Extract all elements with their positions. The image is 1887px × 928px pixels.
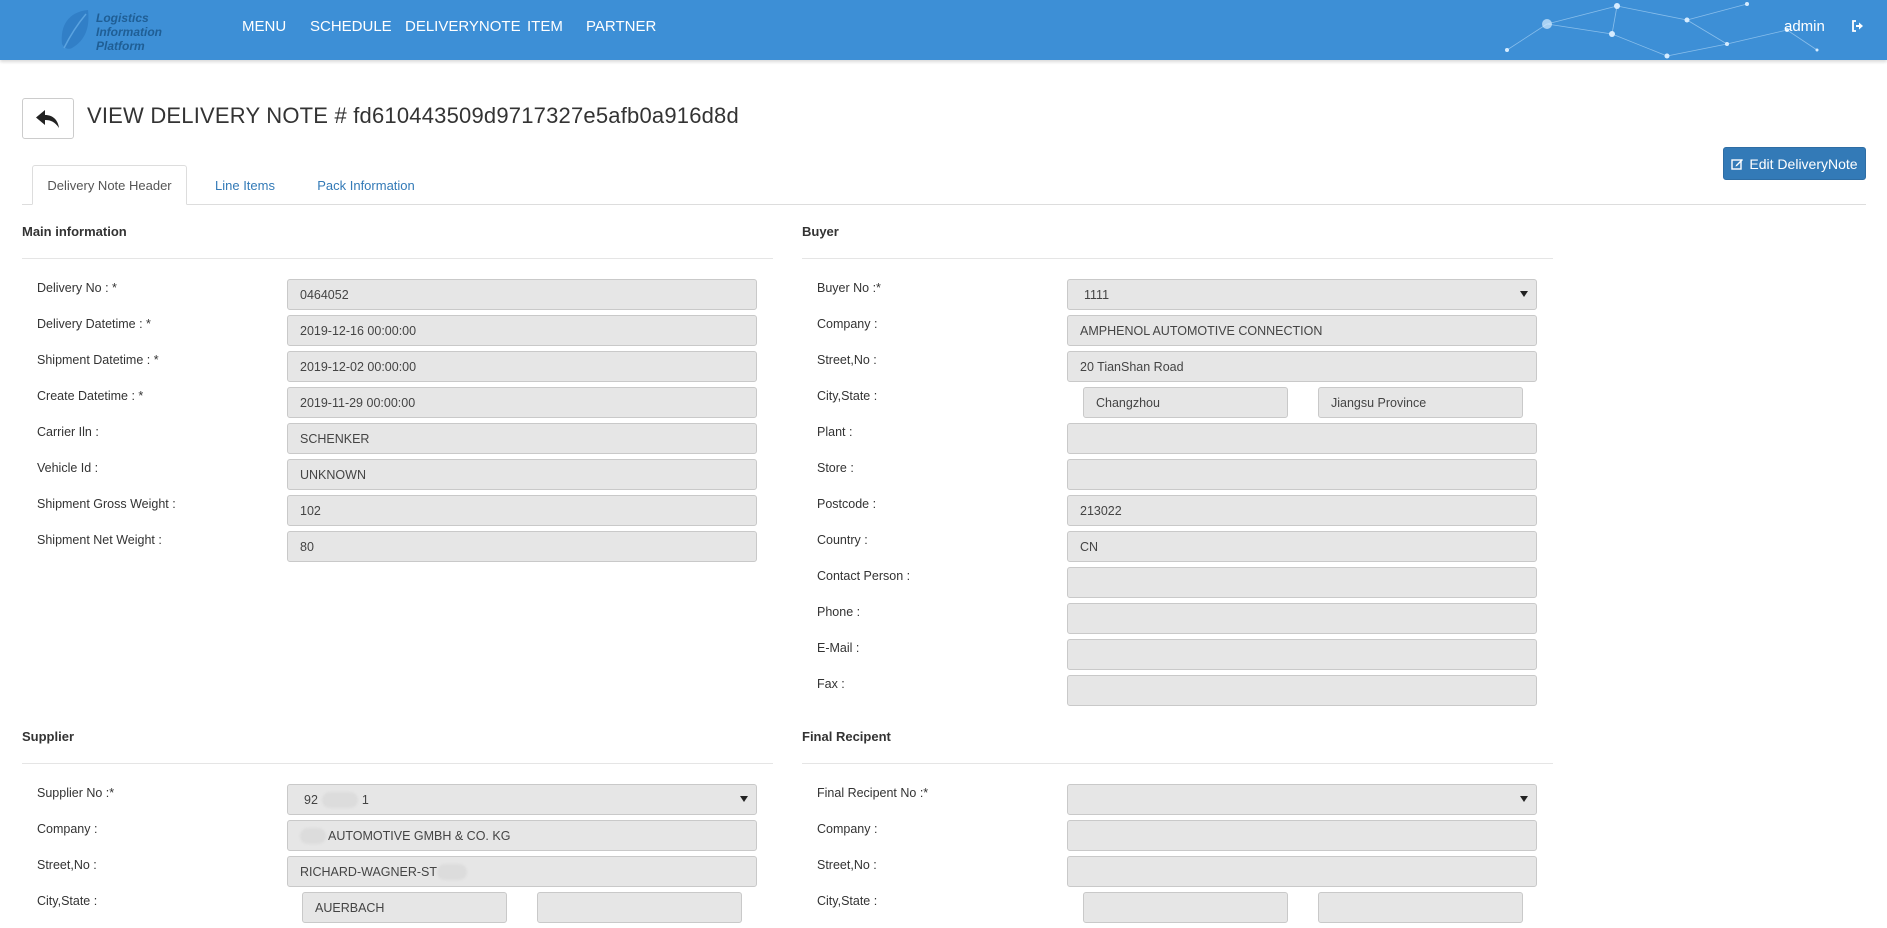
final-recipent-company-field[interactable] bbox=[1067, 820, 1537, 851]
back-button[interactable] bbox=[22, 98, 74, 139]
buyer-title: Buyer bbox=[802, 224, 839, 239]
nav-deliverynote[interactable]: DELIVERYNOTE bbox=[405, 18, 521, 35]
supplier-title: Supplier bbox=[22, 729, 75, 744]
final-recipent-no-label: Final Recipent No :* bbox=[817, 786, 929, 800]
edit-icon bbox=[1731, 159, 1744, 170]
buyer-city-state-label: City,State : bbox=[817, 389, 878, 403]
buyer-no-label: Buyer No :* bbox=[817, 281, 881, 295]
final-recipent-street-label: Street,No : bbox=[817, 858, 877, 872]
shipment-gross-weight-label: Shipment Gross Weight : bbox=[37, 497, 176, 511]
delivery-no-field[interactable]: 0464052 bbox=[287, 279, 757, 310]
reply-arrow-icon bbox=[36, 109, 59, 128]
edit-button-label: Edit DeliveryNote bbox=[1749, 155, 1858, 172]
buyer-store-field[interactable] bbox=[1067, 459, 1537, 490]
buyer-plant-field[interactable] bbox=[1067, 423, 1537, 454]
buyer-phone-field[interactable] bbox=[1067, 603, 1537, 634]
tab-pack-information[interactable]: Pack Information bbox=[310, 165, 422, 205]
buyer-state-field[interactable]: Jiangsu Province bbox=[1318, 387, 1523, 418]
final-recipent-title: Final Recipent bbox=[802, 729, 891, 744]
shipment-datetime-label: Shipment Datetime : * bbox=[37, 353, 159, 367]
buyer-company-field[interactable]: AMPHENOL AUTOMOTIVE CONNECTION bbox=[1067, 315, 1537, 346]
buyer-contact-field[interactable] bbox=[1067, 567, 1537, 598]
main-information-title: Main information bbox=[22, 224, 127, 239]
buyer-company-label: Company : bbox=[817, 317, 878, 331]
final-recipent-city-state-label: City,State : bbox=[817, 894, 878, 908]
redacted-value bbox=[321, 791, 358, 808]
buyer-phone-label: Phone : bbox=[817, 605, 861, 619]
buyer-email-label: E-Mail : bbox=[817, 641, 860, 655]
supplier-no-select[interactable]: 92 1 bbox=[287, 784, 757, 815]
buyer-country-label: Country : bbox=[817, 533, 868, 547]
logout-icon[interactable] bbox=[1851, 19, 1865, 36]
delivery-datetime-field[interactable]: 2019-12-16 00:00:00 bbox=[287, 315, 757, 346]
final-recipent-no-select[interactable] bbox=[1067, 784, 1537, 815]
tab-line-items[interactable]: Line Items bbox=[205, 165, 285, 205]
supplier-company-field[interactable]: AUTOMOTIVE GMBH & CO. KG bbox=[287, 820, 757, 851]
delivery-datetime-label: Delivery Datetime : * bbox=[37, 317, 151, 331]
app-logo[interactable]: Logistics Information Platform bbox=[58, 8, 178, 54]
section-divider bbox=[22, 258, 773, 259]
final-recipent-company-label: Company : bbox=[817, 822, 878, 836]
network-decoration bbox=[1505, 2, 1819, 59]
chevron-down-icon bbox=[1520, 796, 1528, 802]
buyer-plant-label: Plant : bbox=[817, 425, 853, 439]
tabs-divider bbox=[22, 204, 1866, 205]
shipment-gross-weight-field[interactable]: 102 bbox=[287, 495, 757, 526]
section-divider bbox=[22, 763, 773, 764]
buyer-street-field[interactable]: 20 TianShan Road bbox=[1067, 351, 1537, 382]
nav-schedule[interactable]: SCHEDULE bbox=[310, 18, 392, 35]
buyer-fax-field[interactable] bbox=[1067, 675, 1537, 706]
supplier-street-field[interactable]: RICHARD-WAGNER-ST bbox=[287, 856, 757, 887]
chevron-down-icon bbox=[740, 796, 748, 802]
supplier-state-field[interactable] bbox=[537, 892, 742, 923]
supplier-city-field[interactable]: AUERBACH bbox=[302, 892, 507, 923]
nav-menu[interactable]: MENU bbox=[242, 18, 286, 35]
vehicle-id-label: Vehicle Id : bbox=[37, 461, 99, 475]
section-divider bbox=[802, 763, 1553, 764]
buyer-store-label: Store : bbox=[817, 461, 854, 475]
vehicle-id-field[interactable]: UNKNOWN bbox=[287, 459, 757, 490]
create-datetime-field[interactable]: 2019-11-29 00:00:00 bbox=[287, 387, 757, 418]
create-datetime-label: Create Datetime : * bbox=[37, 389, 144, 403]
buyer-postcode-label: Postcode : bbox=[817, 497, 877, 511]
leaf-logo-icon bbox=[61, 10, 89, 49]
buyer-fax-label: Fax : bbox=[817, 677, 845, 691]
shipment-net-weight-field[interactable]: 80 bbox=[287, 531, 757, 562]
redacted-value bbox=[437, 863, 468, 880]
page-title: VIEW DELIVERY NOTE # fd610443509d9717327… bbox=[87, 103, 739, 128]
nav-partner[interactable]: PARTNER bbox=[586, 18, 656, 35]
supplier-city-state-label: City,State : bbox=[37, 894, 98, 908]
final-recipent-street-field[interactable] bbox=[1067, 856, 1537, 887]
buyer-contact-label: Contact Person : bbox=[817, 569, 911, 583]
carrier-iln-label: Carrier Iln : bbox=[37, 425, 99, 439]
supplier-company-label: Company : bbox=[37, 822, 98, 836]
top-navbar: Logistics Information Platform MENU SCHE… bbox=[0, 0, 1887, 60]
buyer-country-field[interactable]: CN bbox=[1067, 531, 1537, 562]
buyer-postcode-field[interactable]: 213022 bbox=[1067, 495, 1537, 526]
shipment-datetime-field[interactable]: 2019-12-02 00:00:00 bbox=[287, 351, 757, 382]
user-name[interactable]: admin bbox=[1784, 18, 1825, 35]
supplier-street-label: Street,No : bbox=[37, 858, 97, 872]
final-recipent-state-field[interactable] bbox=[1318, 892, 1523, 923]
buyer-no-select[interactable]: 1111 bbox=[1067, 279, 1537, 310]
redacted-value bbox=[300, 827, 326, 844]
section-divider bbox=[802, 258, 1553, 259]
edit-deliverynote-button[interactable]: Edit DeliveryNote bbox=[1723, 147, 1866, 180]
final-recipent-city-field[interactable] bbox=[1083, 892, 1288, 923]
shipment-net-weight-label: Shipment Net Weight : bbox=[37, 533, 162, 547]
buyer-email-field[interactable] bbox=[1067, 639, 1537, 670]
delivery-no-label: Delivery No : * bbox=[37, 281, 117, 295]
carrier-iln-field[interactable]: SCHENKER bbox=[287, 423, 757, 454]
chevron-down-icon bbox=[1520, 291, 1528, 297]
tab-delivery-note-header[interactable]: Delivery Note Header bbox=[32, 165, 187, 205]
buyer-street-label: Street,No : bbox=[817, 353, 877, 367]
logo-text: Logistics Information Platform bbox=[96, 11, 162, 53]
nav-item[interactable]: ITEM bbox=[527, 18, 563, 35]
supplier-no-label: Supplier No :* bbox=[37, 786, 115, 800]
buyer-city-field[interactable]: Changzhou bbox=[1083, 387, 1288, 418]
